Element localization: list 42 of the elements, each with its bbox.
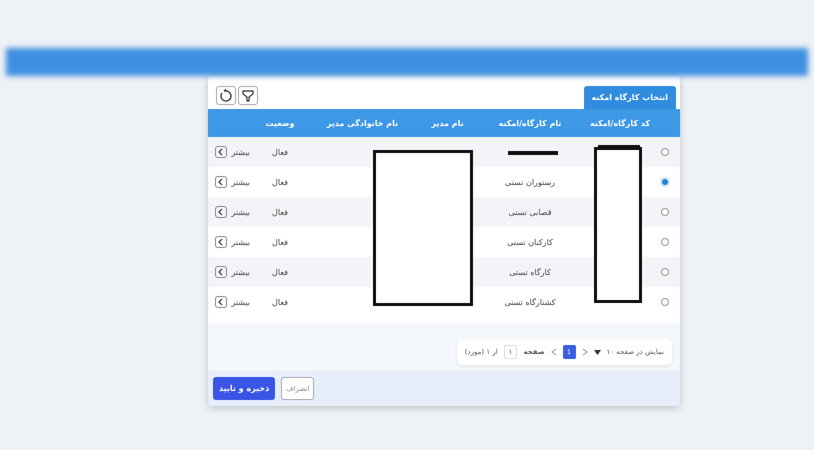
table-cell: رستوران تستی [504, 178, 556, 186]
table-cell: فعال [272, 268, 288, 276]
radio-button[interactable] [661, 148, 669, 156]
chevron-icon[interactable] [215, 176, 228, 188]
table-cell: کارکنان تستی [507, 238, 553, 246]
table-cell: فعال [272, 148, 288, 156]
chevron-icon[interactable] [215, 236, 228, 248]
radio-button[interactable] [661, 268, 669, 276]
more-button[interactable]: بیشتر [231, 146, 250, 158]
radio-button[interactable] [661, 238, 669, 246]
tab[interactable]: انتخاب کارگاه امکنه [584, 86, 676, 109]
redaction-bar [598, 145, 640, 149]
refresh-icon[interactable] [216, 86, 236, 105]
chevron-icon[interactable] [215, 206, 228, 218]
table-cell: فعال [272, 238, 288, 246]
table-cell: فعال [272, 298, 288, 306]
table-cell: کشتارگاه تستی [504, 298, 556, 306]
column-header: وضعیت [264, 118, 296, 128]
table-cell: کارگاه تستی [509, 268, 551, 276]
redaction-bar [508, 151, 558, 155]
table-cell: فعال [272, 208, 288, 216]
radio-button[interactable] [661, 298, 669, 306]
chevron-icon[interactable] [215, 146, 228, 158]
radio-button[interactable] [661, 208, 669, 216]
more-button[interactable]: بیشتر [231, 206, 250, 218]
next-icon[interactable] [582, 348, 588, 356]
column-header: کد کارگاه/امکنه [588, 118, 652, 128]
prev-icon[interactable] [550, 348, 557, 356]
dropdown-icon[interactable] [594, 350, 601, 354]
more-button[interactable]: بیشتر [231, 176, 250, 188]
more-button[interactable]: بیشتر [231, 266, 250, 278]
chevron-icon[interactable] [215, 266, 228, 278]
chevron-icon[interactable] [215, 296, 228, 308]
table-cell: قصابی تستی [508, 208, 552, 216]
save-button[interactable]: ذخیره و تایید [213, 377, 276, 400]
more-button[interactable]: بیشتر [231, 236, 250, 248]
column-header: نام خانوادگی مدیر [325, 118, 400, 128]
column-header: نام کارگاه/امکنه [498, 118, 562, 128]
filter-icon[interactable] [238, 86, 258, 105]
table-cell: فعال [272, 178, 288, 186]
column-header: نام مدیر [430, 118, 465, 128]
more-button[interactable]: بیشتر [231, 296, 250, 308]
